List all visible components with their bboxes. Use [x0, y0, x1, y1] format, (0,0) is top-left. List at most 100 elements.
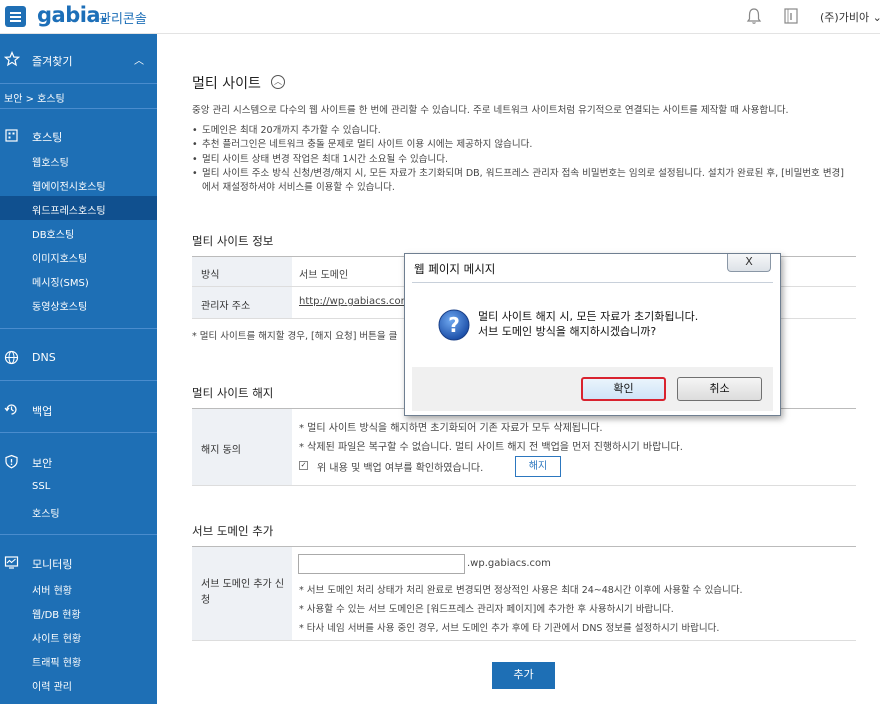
dialog-titlebar[interactable]: 웹 페이지 메시지 X: [405, 254, 780, 282]
top-header: gabia. 관리콘솔 (주)가비아 ⌄: [0, 0, 880, 34]
hamburger-icon[interactable]: [5, 6, 26, 27]
sidebar-item-site-status[interactable]: 사이트 현황: [0, 624, 157, 648]
group-label: 모니터링: [32, 558, 73, 571]
close-icon: X: [745, 255, 753, 268]
section-title-subdomain: 서브 도메인 추가: [192, 524, 274, 538]
subdomain-note: * 사용할 수 있는 서브 도메인은 [워드프레스 관리자 페이지]에 추가한 …: [299, 604, 674, 615]
sidebar-item-video-hosting[interactable]: 동영상호스팅: [0, 292, 157, 316]
bullet-item: 멀티 사이트 상태 변경 작업은 최대 1시간 소요될 수 있습니다.: [192, 153, 852, 168]
bullet-item: 추천 플러그인은 네트워크 충돌 문제로 멀티 사이트 이용 시에는 제공하지 …: [192, 138, 852, 153]
subdomain-input[interactable]: [298, 554, 465, 574]
sidebar-group-dns[interactable]: DNS: [0, 346, 157, 370]
sidebar-divider: [0, 432, 157, 433]
bullet-item: 멀티 사이트 주소 방식 신청/변경/해지 시, 모든 자료가 초기화되며 DB…: [192, 167, 852, 196]
gabia-logo[interactable]: gabia.: [37, 3, 108, 27]
cancel-table: 해지 동의 * 멀티 사이트 방식을 해지하면 초기화되어 기존 자료가 모두 …: [192, 408, 856, 486]
user-name: (주)가비아: [820, 11, 870, 24]
sidebar-group-backup[interactable]: 백업: [0, 398, 157, 422]
bullet-item: 도메인은 최대 20개까지 추가할 수 있습니다.: [192, 124, 852, 139]
monitor-icon: [4, 556, 19, 569]
globe-icon: [4, 350, 19, 365]
sidebar-item-image-hosting[interactable]: 이미지호스팅: [0, 244, 157, 268]
page-intro: 중앙 관리 시스템으로 다수의 웹 사이트를 한 번에 관리할 수 있습니다. …: [192, 105, 789, 116]
item-label: 메시징(SMS): [32, 278, 89, 289]
question-icon: ?: [438, 309, 470, 341]
sidebar-group-hosting[interactable]: 호스팅: [0, 124, 157, 148]
row-label: 서브 도메인 추가 신청: [201, 579, 285, 606]
breadcrumb-text: 보안 > 호스팅: [4, 94, 65, 105]
item-label: 웹/DB 현황: [32, 610, 81, 621]
backup-icon: [4, 404, 17, 415]
agree-checkbox[interactable]: ✓: [299, 461, 308, 470]
item-label: 이미지호스팅: [32, 254, 88, 265]
row-label: 해지 동의: [201, 445, 241, 456]
group-label: 호스팅: [32, 131, 63, 144]
row-label: 관리자 주소: [201, 301, 251, 312]
sidebar-item-ssl[interactable]: SSL: [0, 475, 157, 499]
item-label: 사이트 현황: [32, 634, 82, 645]
sidebar-item-messaging[interactable]: 메시징(SMS): [0, 268, 157, 292]
dialog-cancel-button[interactable]: 취소: [677, 377, 762, 401]
sidebar-favorites[interactable]: 즐겨찾기 ︿: [0, 48, 157, 72]
sidebar-breadcrumb: 보안 > 호스팅: [0, 83, 157, 109]
favorites-label: 즐겨찾기: [32, 55, 73, 68]
row-label: 방식: [201, 270, 220, 281]
document-icon[interactable]: [782, 7, 800, 25]
row-header: 서브 도메인 추가 신청: [192, 547, 292, 640]
page-title: 멀티 사이트: [192, 76, 261, 92]
dialog-message-line: 멀티 사이트 해지 시, 모든 자료가 초기화됩니다.: [478, 310, 699, 323]
shield-icon: [5, 454, 18, 469]
chevron-up-icon[interactable]: ︿: [134, 52, 144, 67]
dialog-footer: 확인 취소: [412, 367, 773, 411]
subdomain-note: * 타사 네임 서버를 사용 중인 경우, 서브 도메인 추가 후에 타 기관에…: [299, 623, 720, 634]
item-label: 동영상호스팅: [32, 302, 88, 313]
item-label: 웹호스팅: [32, 158, 69, 169]
row-value: 서브 도메인: [299, 270, 349, 281]
info-bullets: 도메인은 최대 20개까지 추가할 수 있습니다. 추천 플러그인은 네트워크 …: [192, 124, 852, 195]
chevron-down-icon: ⌄: [872, 11, 880, 24]
admin-url-link[interactable]: http://wp.gabiacs.com: [299, 296, 410, 307]
sidebar-divider: [0, 534, 157, 535]
sidebar-item-web-hosting[interactable]: 웹호스팅: [0, 148, 157, 172]
close-button[interactable]: X: [727, 254, 771, 272]
dialog-message-line: 서브 도메인 방식을 해지하시겠습니까?: [478, 325, 657, 338]
console-title: 관리콘솔: [99, 12, 147, 27]
section-title-info: 멀티 사이트 정보: [192, 234, 274, 248]
sidebar-group-security[interactable]: 보안: [0, 450, 157, 474]
sidebar-item-wordpress-hosting[interactable]: 워드프레스호스팅: [0, 196, 157, 220]
row-header: 해지 동의: [192, 409, 292, 485]
sidebar-item-web-db-status[interactable]: 웹/DB 현황: [0, 600, 157, 624]
cancel-site-button[interactable]: 해지: [515, 456, 561, 477]
subdomain-note: * 서브 도메인 처리 상태가 처리 완료로 변경되면 정상적인 사용은 최대 …: [299, 585, 743, 596]
chevron-up-icon[interactable]: ︿: [271, 75, 285, 89]
building-icon: [5, 129, 18, 142]
sidebar-item-history[interactable]: 이력 관리: [0, 672, 157, 696]
row-header: 방식: [192, 257, 292, 286]
subdomain-suffix: .wp.gabiacs.com: [467, 558, 551, 569]
sidebar-item-traffic-status[interactable]: 트래픽 현황: [0, 648, 157, 672]
add-subdomain-button[interactable]: 추가: [492, 662, 555, 689]
agree-label: 위 내용 및 백업 여부를 확인하였습니다.: [317, 463, 484, 474]
ok-button[interactable]: 확인: [581, 377, 666, 401]
svg-text:?: ?: [448, 313, 460, 337]
sidebar-item-server-status[interactable]: 서버 현황: [0, 576, 157, 600]
bell-icon[interactable]: [745, 7, 763, 25]
user-menu[interactable]: (주)가비아 ⌄: [820, 9, 880, 25]
item-label: 워드프레스호스팅: [32, 206, 106, 217]
item-label: 이력 관리: [32, 682, 72, 693]
sidebar-item-security-hosting[interactable]: 호스팅: [0, 499, 157, 523]
sidebar-item-web-agency-hosting[interactable]: 웹에이전시호스팅: [0, 172, 157, 196]
item-label: 호스팅: [32, 509, 60, 520]
group-label: 보안: [32, 457, 53, 470]
sidebar-item-db-hosting[interactable]: DB호스팅: [0, 220, 157, 244]
sidebar: 즐겨찾기 ︿ 보안 > 호스팅 호스팅 웹호스팅 웹에이전시호스팅 워드프레스호…: [0, 34, 157, 704]
item-label: SSL: [32, 481, 51, 492]
dialog-body: ? 멀티 사이트 해지 시, 모든 자료가 초기화됩니다. 서브 도메인 방식을…: [412, 282, 773, 367]
info-note: * 멀티 사이트를 해지할 경우, [해지 요청] 버튼을 클: [192, 331, 398, 342]
sidebar-group-monitoring[interactable]: 모니터링: [0, 551, 157, 575]
group-label: DNS: [32, 351, 56, 364]
item-label: 웹에이전시호스팅: [32, 182, 106, 193]
section-title-cancel: 멀티 사이트 해지: [192, 386, 274, 400]
subdomain-table: 서브 도메인 추가 신청 .wp.gabiacs.com * 서브 도메인 처리…: [192, 546, 856, 641]
cancel-note: * 멀티 사이트 방식을 해지하면 초기화되어 기존 자료가 모두 삭제됩니다.: [299, 423, 603, 434]
